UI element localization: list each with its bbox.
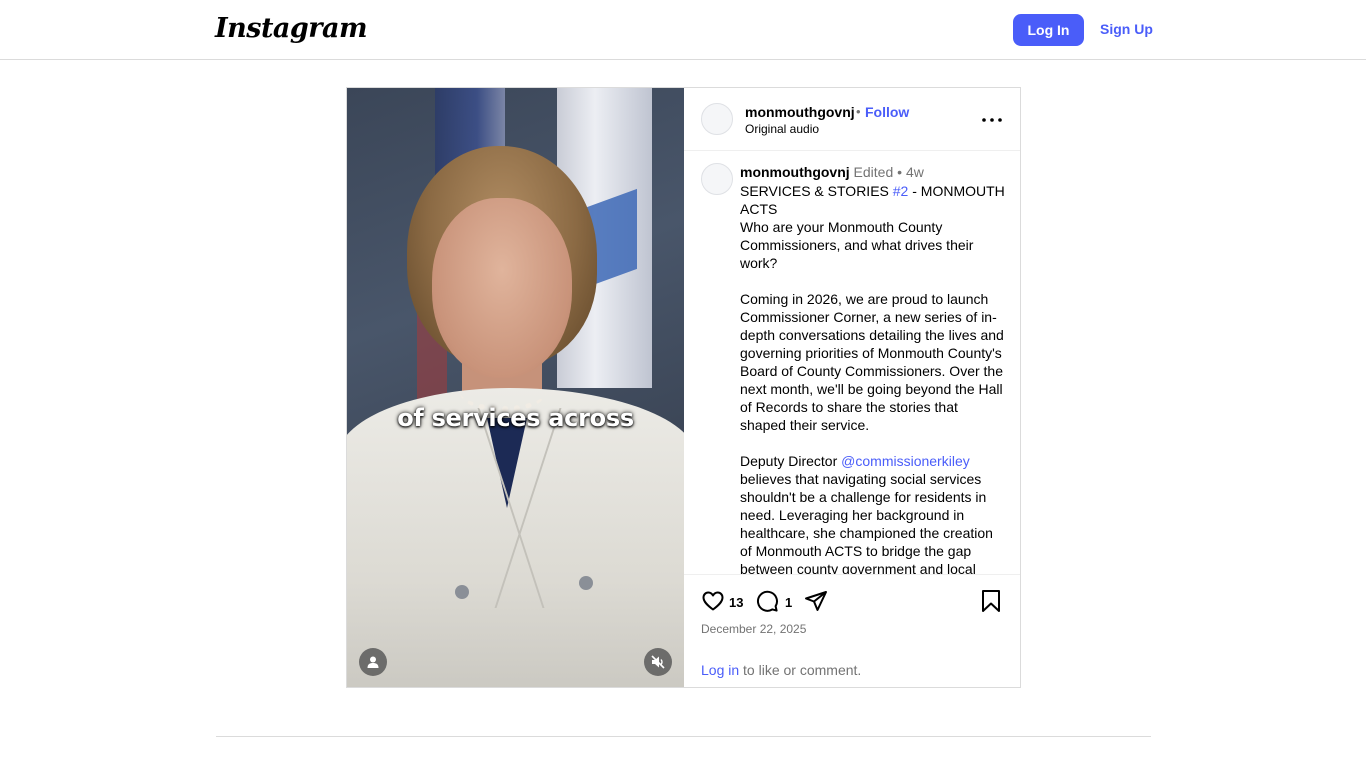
heart-icon[interactable] — [701, 589, 725, 613]
video-subtitle: of services across — [397, 404, 634, 432]
caption-text-part: believes that navigating social services… — [740, 471, 993, 574]
video-player[interactable]: of services across — [347, 88, 684, 687]
post-time[interactable]: 4w — [906, 164, 924, 180]
caption-paragraph: Who are your Monmouth County Commissione… — [740, 219, 974, 271]
caption-paragraph: Coming in 2026, we are proud to launch C… — [740, 291, 1004, 433]
more-options-icon[interactable] — [980, 114, 1004, 126]
caption-text-part: Deputy Director — [740, 453, 842, 469]
separator-dot: • — [897, 164, 903, 180]
edited-label: Edited — [853, 164, 894, 180]
speaker-face — [432, 198, 572, 378]
avatar[interactable] — [701, 163, 733, 195]
post-header: monmouthgovnj • Follow Original audio — [684, 88, 1020, 151]
user-tag-button[interactable] — [359, 648, 387, 676]
comment-icon[interactable] — [755, 589, 779, 613]
caption-text: SERVICES & STORIES #2 - MONMOUTH ACTS Wh… — [740, 182, 1006, 574]
login-prompt: Log in to like or comment. — [701, 662, 861, 678]
login-prompt-text: to like or comment. — [739, 662, 862, 678]
user-tag-icon — [367, 656, 379, 668]
mute-toggle-button[interactable] — [644, 648, 672, 676]
signup-link[interactable]: Sign Up — [1100, 21, 1153, 37]
footer-divider — [216, 736, 1151, 737]
post-details-panel: monmouthgovnj • Follow Original audio mo… — [684, 88, 1020, 687]
top-navigation-bar: Instagram Log In Sign Up — [0, 0, 1366, 60]
caption-text-part: SERVICES & STORIES — [740, 183, 893, 199]
login-link[interactable]: Log in — [701, 662, 739, 678]
mention-link[interactable]: @commissionerkiley — [841, 453, 970, 469]
caption-title-line: SERVICES & STORIES #2 - MONMOUTH ACTS — [740, 182, 1006, 218]
post-date[interactable]: December 22, 2025 — [701, 622, 806, 636]
post-card: of services across monmouthgovnj • Follo… — [346, 87, 1021, 688]
follow-button[interactable]: Follow — [865, 104, 909, 120]
post-author-username[interactable]: monmouthgovnj — [745, 104, 855, 120]
jacket-button — [579, 576, 593, 590]
audio-label[interactable]: Original audio — [745, 122, 819, 136]
comment-count[interactable]: 1 — [785, 595, 792, 610]
login-button[interactable]: Log In — [1013, 14, 1084, 46]
instagram-logo[interactable]: Instagram — [215, 13, 368, 44]
hashtag-link[interactable]: #2 — [893, 183, 909, 199]
share-icon[interactable] — [804, 589, 828, 613]
jacket-button — [455, 585, 469, 599]
caption-section[interactable]: monmouthgovnj Edited • 4w SERVICES & STO… — [684, 152, 1020, 574]
post-actions: 13 1 December 22, 2025 Log in to like or… — [684, 574, 1020, 687]
caption-paragraph: Deputy Director @commissionerkiley belie… — [740, 452, 1006, 574]
separator-dot: • — [856, 104, 861, 119]
speaker-muted-icon — [651, 655, 665, 669]
caption-username[interactable]: monmouthgovnj — [740, 164, 850, 180]
avatar[interactable] — [701, 103, 733, 135]
caption-header: monmouthgovnj Edited • 4w — [740, 164, 924, 180]
bookmark-icon[interactable] — [980, 589, 1002, 613]
like-count[interactable]: 13 — [729, 595, 743, 610]
